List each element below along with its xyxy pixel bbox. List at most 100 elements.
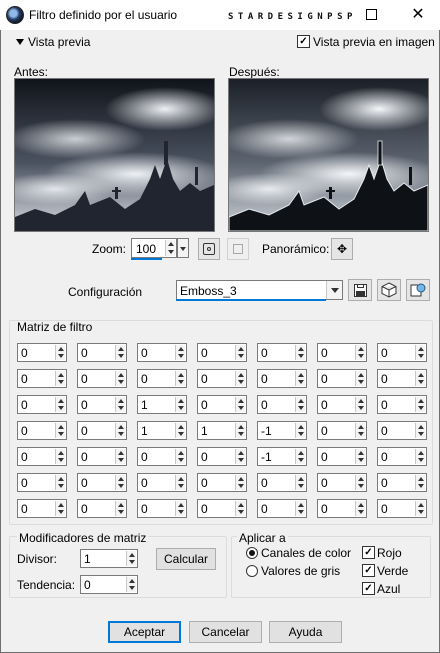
spin-arrows-icon[interactable] [175, 475, 185, 490]
matrix-cell[interactable]: 0 [257, 395, 307, 414]
matrix-cell[interactable]: 0 [317, 447, 367, 466]
matrix-cell[interactable]: 0 [17, 369, 67, 388]
maximize-icon[interactable] [366, 9, 377, 20]
preview-toggle[interactable]: Vista previa [14, 34, 104, 50]
spin-arrows-icon[interactable] [355, 475, 365, 490]
matrix-cell[interactable]: -1 [257, 421, 307, 440]
spin-arrows-icon[interactable] [175, 371, 185, 386]
matrix-cell[interactable]: 0 [17, 499, 67, 518]
matrix-cell[interactable]: 0 [377, 343, 427, 362]
zoom-input[interactable]: 100 [131, 238, 177, 258]
spin-arrows-icon[interactable] [415, 371, 425, 386]
spin-arrows-icon[interactable] [55, 371, 65, 386]
spin-arrows-icon[interactable] [55, 423, 65, 438]
image-preview-checkbox[interactable]: ✓ [297, 35, 310, 48]
spin-arrows-icon[interactable] [115, 449, 125, 464]
matrix-cell[interactable]: 0 [77, 421, 127, 440]
divisor-input[interactable]: 1 [80, 549, 138, 568]
spin-arrows-icon[interactable] [355, 397, 365, 412]
spin-arrows-icon[interactable] [415, 397, 425, 412]
spin-arrows-icon[interactable] [295, 449, 305, 464]
matrix-cell[interactable]: 0 [197, 395, 247, 414]
matrix-cell[interactable]: 0 [137, 499, 187, 518]
reset-icon[interactable] [406, 279, 430, 301]
bias-input[interactable]: 0 [80, 575, 138, 594]
matrix-cell[interactable]: 1 [137, 421, 187, 440]
spin-arrows-icon[interactable] [355, 371, 365, 386]
red-checkbox[interactable]: ✓ [362, 546, 375, 559]
spin-arrows-icon[interactable] [235, 475, 245, 490]
spin-arrows-icon[interactable] [235, 345, 245, 360]
matrix-cell[interactable]: 0 [137, 369, 187, 388]
matrix-cell[interactable]: 0 [377, 473, 427, 492]
blue-checkbox[interactable]: ✓ [362, 582, 375, 595]
move-icon[interactable]: ✥ [331, 238, 353, 260]
matrix-cell[interactable]: 1 [197, 421, 247, 440]
matrix-cell[interactable]: 0 [197, 343, 247, 362]
spin-arrows-icon[interactable] [126, 551, 136, 566]
spin-arrows-icon[interactable] [415, 449, 425, 464]
matrix-cell[interactable]: 0 [17, 473, 67, 492]
spin-arrows-icon[interactable] [55, 449, 65, 464]
matrix-cell[interactable]: 0 [377, 395, 427, 414]
matrix-cell[interactable]: 0 [377, 447, 427, 466]
spin-arrows-icon[interactable] [295, 397, 305, 412]
matrix-cell[interactable]: 0 [317, 473, 367, 492]
save-icon[interactable] [348, 279, 372, 301]
spin-arrows-icon[interactable] [115, 475, 125, 490]
zoom-fit-icon[interactable] [198, 238, 220, 260]
spin-arrows-icon[interactable] [235, 501, 245, 516]
spin-arrows-icon[interactable] [295, 371, 305, 386]
matrix-cell[interactable]: 0 [317, 369, 367, 388]
matrix-cell[interactable]: 0 [77, 473, 127, 492]
spin-arrows-icon[interactable] [295, 501, 305, 516]
spin-arrows-icon[interactable] [355, 345, 365, 360]
matrix-cell[interactable]: 0 [317, 499, 367, 518]
spin-arrows-icon[interactable] [165, 240, 175, 256]
spin-arrows-icon[interactable] [295, 475, 305, 490]
matrix-cell[interactable]: 0 [317, 421, 367, 440]
matrix-cell[interactable]: 0 [137, 473, 187, 492]
spin-arrows-icon[interactable] [235, 423, 245, 438]
spin-arrows-icon[interactable] [115, 423, 125, 438]
matrix-cell[interactable]: 0 [77, 343, 127, 362]
matrix-cell[interactable]: 0 [257, 369, 307, 388]
ok-button[interactable]: Aceptar [108, 621, 181, 643]
matrix-cell[interactable]: 0 [137, 447, 187, 466]
spin-arrows-icon[interactable] [235, 397, 245, 412]
matrix-cell[interactable]: 0 [77, 447, 127, 466]
spin-arrows-icon[interactable] [55, 475, 65, 490]
spin-arrows-icon[interactable] [175, 449, 185, 464]
spin-arrows-icon[interactable] [115, 397, 125, 412]
spin-arrows-icon[interactable] [115, 371, 125, 386]
randomize-icon[interactable] [377, 279, 401, 301]
matrix-cell[interactable]: 0 [197, 369, 247, 388]
spin-arrows-icon[interactable] [355, 501, 365, 516]
matrix-cell[interactable]: 0 [377, 499, 427, 518]
spin-arrows-icon[interactable] [235, 371, 245, 386]
proof-icon[interactable] [227, 238, 249, 260]
color-channels-radio[interactable] [246, 547, 258, 559]
matrix-cell[interactable]: 0 [317, 395, 367, 414]
matrix-cell[interactable]: 0 [377, 369, 427, 388]
after-preview[interactable] [228, 78, 429, 232]
matrix-cell[interactable]: 0 [197, 499, 247, 518]
spin-arrows-icon[interactable] [415, 475, 425, 490]
zoom-dropdown[interactable] [177, 238, 189, 258]
spin-arrows-icon[interactable] [175, 423, 185, 438]
spin-arrows-icon[interactable] [355, 449, 365, 464]
matrix-cell[interactable]: 0 [197, 447, 247, 466]
spin-arrows-icon[interactable] [295, 345, 305, 360]
help-button[interactable]: Ayuda [269, 621, 342, 643]
spin-arrows-icon[interactable] [175, 345, 185, 360]
spin-arrows-icon[interactable] [175, 397, 185, 412]
matrix-cell[interactable]: 1 [137, 395, 187, 414]
matrix-cell[interactable]: 0 [137, 343, 187, 362]
spin-arrows-icon[interactable] [175, 501, 185, 516]
config-dropdown[interactable]: Emboss_3 [176, 280, 343, 300]
spin-arrows-icon[interactable] [115, 501, 125, 516]
calculate-button[interactable]: Calcular [156, 548, 216, 570]
matrix-cell[interactable]: 0 [17, 421, 67, 440]
matrix-cell[interactable]: 0 [17, 343, 67, 362]
spin-arrows-icon[interactable] [355, 423, 365, 438]
